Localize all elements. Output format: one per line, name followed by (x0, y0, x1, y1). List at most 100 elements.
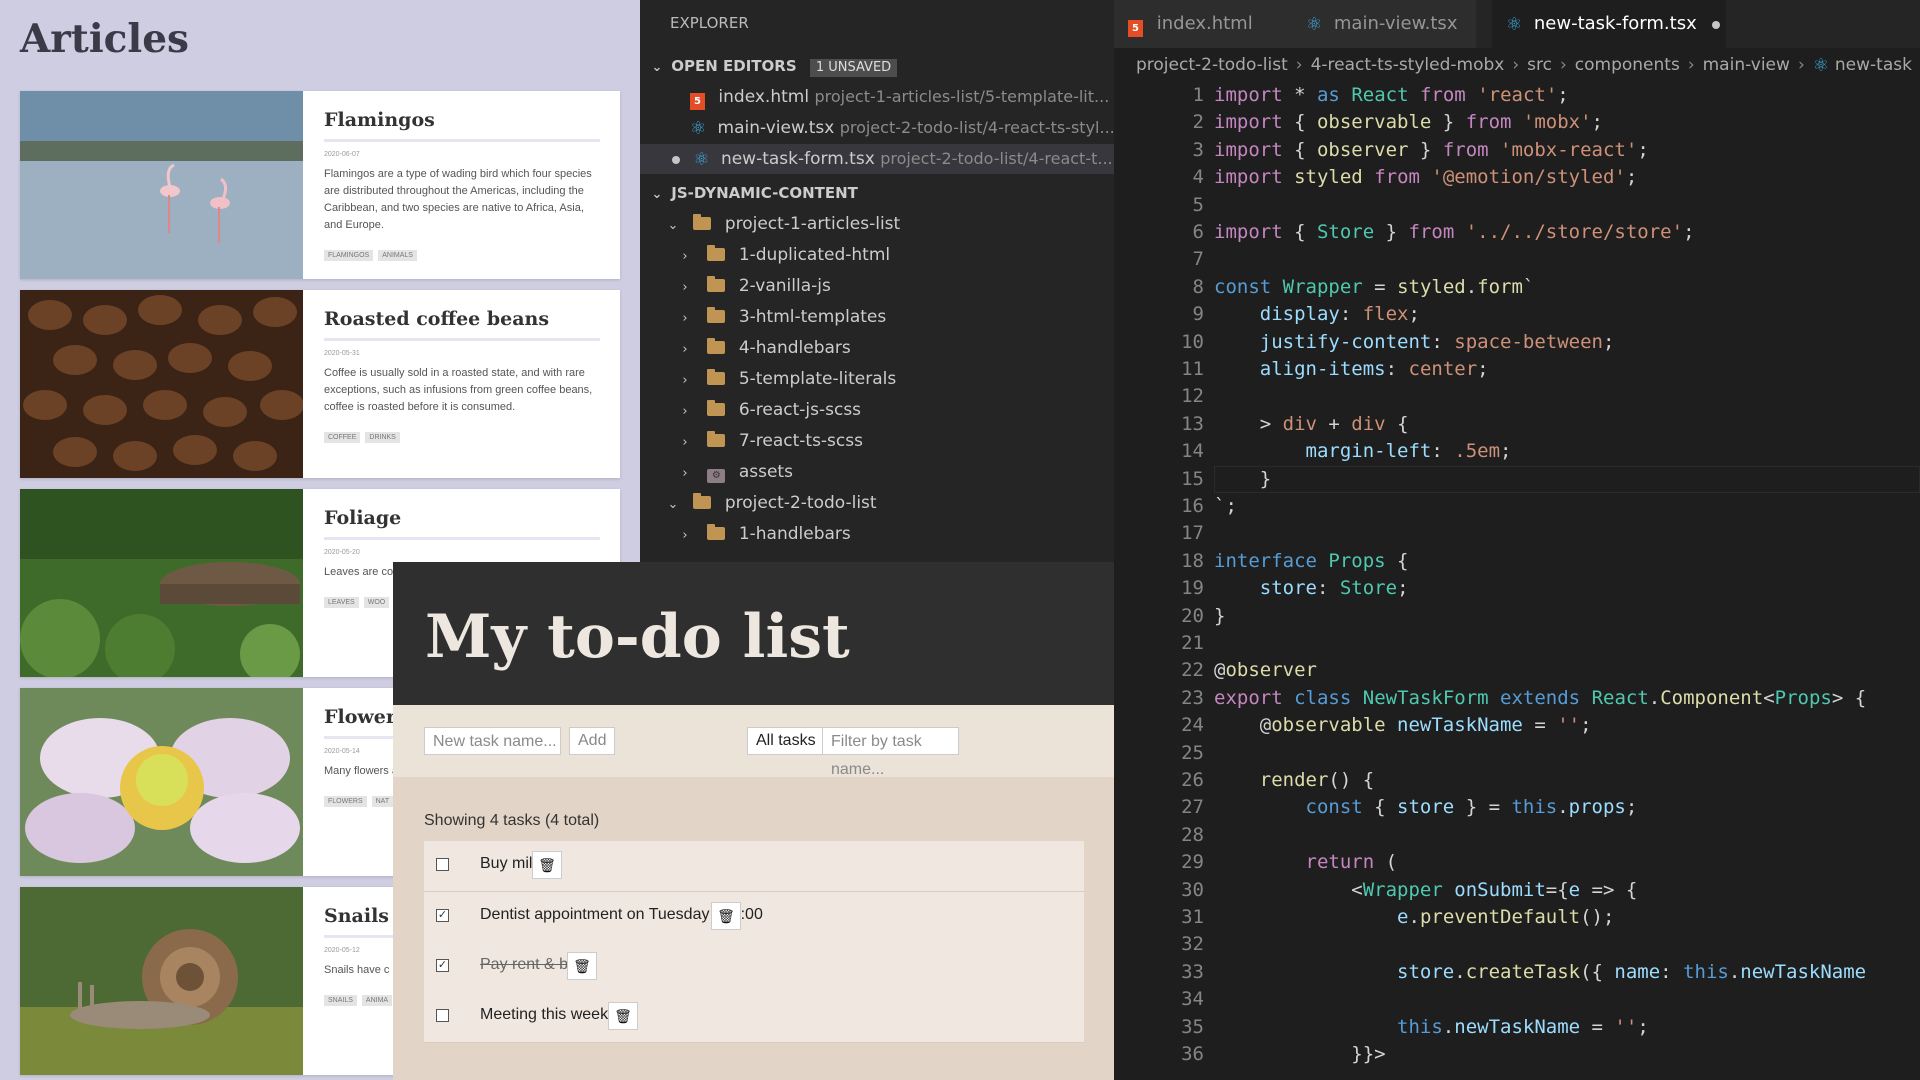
breadcrumb-item[interactable]: main-view (1703, 55, 1790, 75)
code-line[interactable]: export class NewTaskForm extends React.C… (1214, 685, 1866, 712)
coffee-beans-image (20, 290, 303, 478)
delete-task-button[interactable]: 🗑 (532, 851, 562, 879)
tree-folder[interactable]: › ⚙ assets (640, 457, 1114, 487)
tree-folder[interactable]: › 1-duplicated-html (640, 240, 1114, 270)
tree-folder[interactable]: › 2-vanilla-js (640, 271, 1114, 301)
delete-task-button[interactable]: 🗑 (608, 1002, 638, 1030)
code-line[interactable]: `; (1214, 493, 1237, 520)
chevron-down-icon: ⌄ (667, 218, 679, 233)
all-tasks-button[interactable]: All tasks (747, 727, 825, 755)
workspace-root[interactable]: ⌄ JS-DYNAMIC-CONTENT (640, 178, 1114, 208)
code-line[interactable]: const { store } = this.props; (1214, 794, 1638, 821)
code-line[interactable]: align-items: center; (1214, 356, 1489, 383)
tree-folder[interactable]: › 3-html-templates (640, 302, 1114, 332)
tree-folder[interactable]: › 5-template-literals (640, 364, 1114, 394)
code-line[interactable]: > div + div { (1214, 411, 1409, 438)
breadcrumb-item[interactable]: project-2-todo-list (1136, 55, 1288, 75)
open-editor-index-html[interactable]: 5 index.html project-1-articles-list/5-t… (640, 82, 1114, 112)
chevron-right-icon: › (1559, 55, 1567, 75)
code-line[interactable]: justify-content: space-between; (1214, 329, 1615, 356)
article-card-flamingos[interactable]: Flamingos 2020-06-07 Flamingos are a typ… (20, 91, 620, 279)
code-line[interactable]: return ( (1214, 849, 1398, 876)
task-checkbox[interactable] (436, 858, 449, 871)
article-description: Flamingos are a type of wading bird whic… (324, 168, 592, 231)
code-line[interactable]: const Wrapper = styled.form` (1214, 274, 1534, 301)
article-tag[interactable]: WOO (363, 597, 390, 608)
task-checkbox[interactable]: ✓ (436, 959, 449, 972)
line-number: 22 (1181, 659, 1204, 682)
open-editor-name: main-view.tsx (717, 118, 835, 138)
tree-folder-label: 1-duplicated-html (738, 245, 891, 265)
chevron-right-icon: › (1687, 55, 1695, 75)
tree-folder[interactable]: › 7-react-ts-scss (640, 426, 1114, 456)
article-tag[interactable]: ANIMA (361, 995, 393, 1006)
tab-index-html[interactable]: 5 index.html (1114, 0, 1293, 48)
unsaved-dot-icon[interactable] (1712, 21, 1721, 29)
code-line[interactable]: interface Props { (1214, 548, 1409, 575)
article-tag[interactable]: FLAMINGOS (324, 250, 374, 261)
code-line[interactable]: import { Store } from '../../store/store… (1214, 219, 1695, 246)
article-tag[interactable]: COFFEE (324, 432, 361, 443)
tree-folder[interactable]: › 4-handlebars (640, 333, 1114, 363)
code-line[interactable]: @observable newTaskName = ''; (1214, 712, 1592, 739)
article-tag[interactable]: DRINKS (365, 432, 400, 443)
breadcrumb-item[interactable]: components (1575, 55, 1680, 75)
code-line[interactable]: }}> (1214, 1041, 1385, 1068)
code-line[interactable]: store: Store; (1214, 575, 1409, 602)
article-tag[interactable]: LEAVES (324, 597, 359, 608)
tree-folder[interactable]: › 1-handlebars (640, 519, 1114, 549)
filter-input[interactable]: Filter by task name... (822, 727, 959, 778)
code-line[interactable]: import { observer } from 'mobx-react'; (1214, 137, 1649, 164)
code-line[interactable]: import * as React from 'react'; (1214, 82, 1569, 109)
explorer-header: EXPLORER (670, 14, 749, 32)
article-tag[interactable]: ANIMALS (378, 250, 417, 261)
chevron-down-icon: ⌄ (651, 60, 663, 75)
article-tag[interactable]: NAT (371, 796, 394, 807)
add-button[interactable]: Add (569, 727, 616, 755)
code-line[interactable]: render() { (1214, 767, 1374, 794)
tree-folder[interactable]: ⌄ project-1-articles-list (640, 209, 1114, 239)
task-checkbox[interactable]: ✓ (436, 909, 449, 922)
folder-icon (707, 245, 726, 261)
snail-image (20, 887, 303, 1075)
editor-tabs: 5 index.html ⚛ main-view.tsx ⚛ new-task-… (1114, 0, 1920, 48)
code-line[interactable]: <Wrapper onSubmit={e => { (1214, 877, 1637, 904)
open-editor-main-view[interactable]: ⚛ main-view.tsx project-2-todo-list/4-re… (640, 113, 1114, 143)
folder-icon (707, 431, 726, 447)
delete-task-button[interactable]: 🗑 (567, 952, 597, 980)
trash-icon: 🗑 (538, 857, 556, 873)
breadcrumb-item[interactable]: new-task (1835, 55, 1912, 75)
code-line[interactable]: import { observable } from 'mobx'; (1214, 109, 1603, 136)
tree-folder[interactable]: ⌄ project-2-todo-list (640, 488, 1114, 518)
line-number: 14 (1181, 440, 1204, 463)
tree-folder[interactable]: › 6-react-js-scss (640, 395, 1114, 425)
tree-folder-label: project-1-articles-list (724, 214, 901, 234)
article-tag[interactable]: FLOWERS (324, 796, 367, 807)
code-line[interactable]: @observer (1214, 657, 1317, 684)
article-tag[interactable]: SNAILS (324, 995, 357, 1006)
tab-new-task-form[interactable]: ⚛ new-task-form.tsx (1492, 0, 1726, 48)
delete-task-button[interactable]: 🗑 (711, 902, 741, 930)
new-task-input[interactable]: New task name... (424, 727, 561, 755)
task-checkbox[interactable] (436, 1009, 449, 1022)
chevron-right-icon: › (682, 435, 688, 450)
code-line[interactable]: } (1214, 603, 1225, 630)
code-line[interactable]: } (1214, 466, 1271, 493)
open-editor-new-task-form[interactable]: ⚛ new-task-form.tsx project-2-todo-list/… (640, 144, 1114, 174)
folder-open-icon (693, 214, 712, 230)
tab-main-view[interactable]: ⚛ main-view.tsx (1292, 0, 1476, 48)
article-card-coffee[interactable]: Roasted coffee beans 2020-05-31 Coffee i… (20, 290, 620, 478)
breadcrumb-item[interactable]: 4-react-ts-styled-mobx (1311, 55, 1505, 75)
open-editors-section[interactable]: ⌄ OPEN EDITORS 1 UNSAVED (640, 51, 1114, 81)
open-editor-name: index.html (718, 87, 810, 107)
workspace-root-label: JS-DYNAMIC-CONTENT (671, 184, 858, 202)
tab-label: new-task-form.tsx (1533, 13, 1697, 34)
code-line[interactable]: display: flex; (1214, 301, 1420, 328)
breadcrumb-item[interactable]: src (1527, 55, 1552, 75)
react-icon: ⚛ (693, 149, 710, 170)
code-line[interactable]: e.preventDefault(); (1214, 904, 1614, 931)
code-line[interactable]: store.createTask({ name: this.newTaskNam… (1214, 959, 1866, 986)
code-line[interactable]: margin-left: .5em; (1214, 438, 1512, 465)
code-line[interactable]: import styled from '@emotion/styled'; (1214, 164, 1637, 191)
code-line[interactable]: this.newTaskName = ''; (1214, 1014, 1649, 1041)
